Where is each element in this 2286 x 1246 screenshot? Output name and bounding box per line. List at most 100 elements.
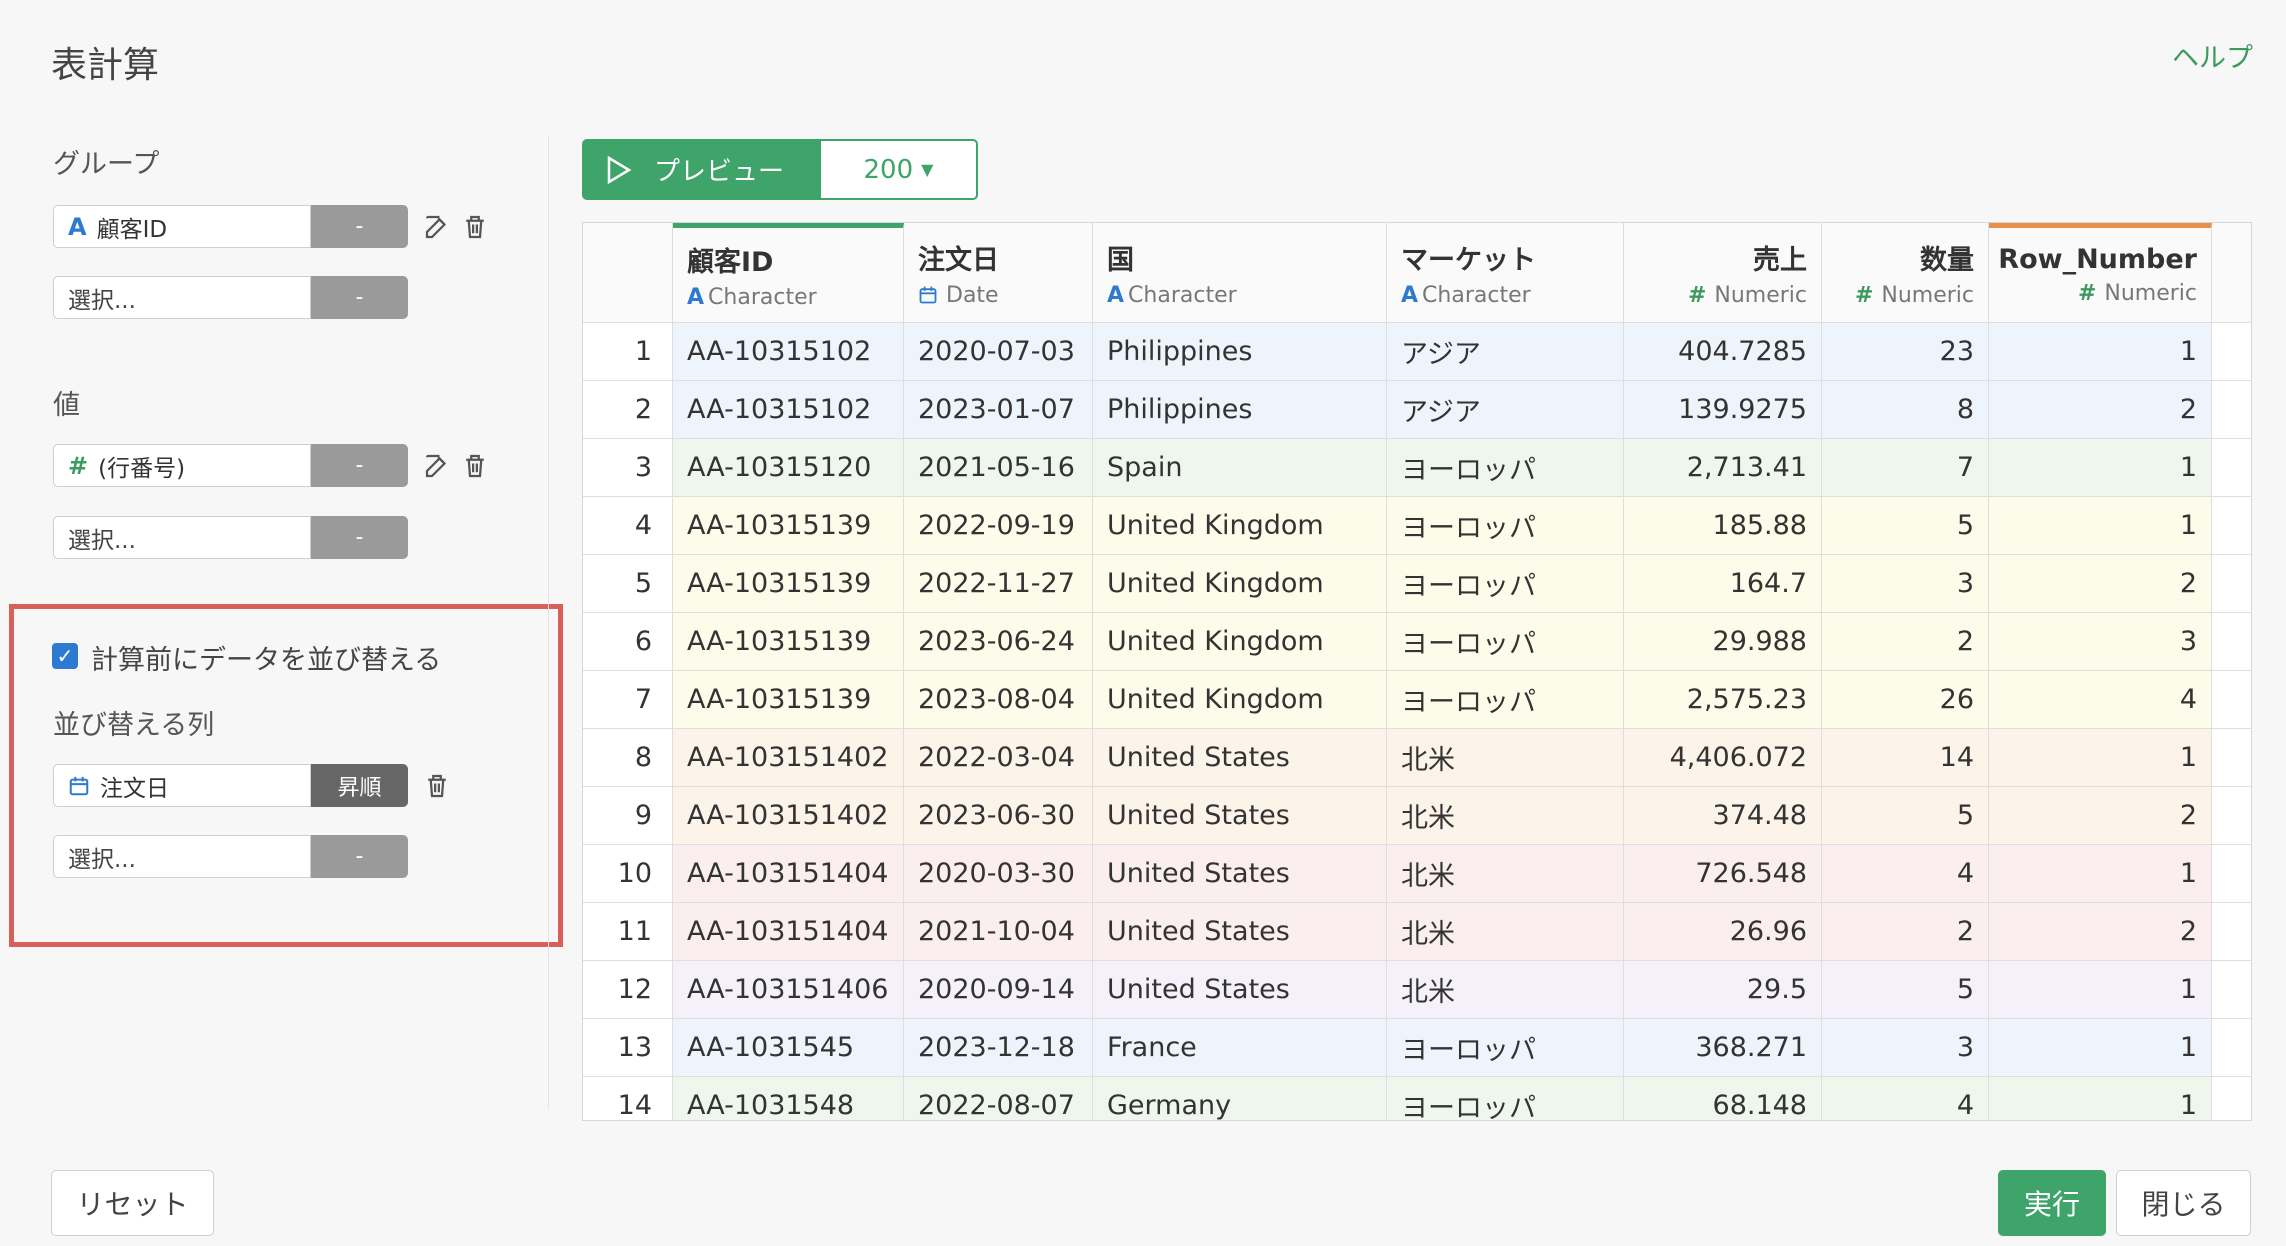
table-row[interactable]: 9 AA-103151402 2023-06-30 United States 北米 37… (583, 787, 2251, 845)
sort-add-option-button[interactable]: - (311, 835, 408, 878)
header-country[interactable]: 国 A Character (1093, 223, 1387, 323)
cell-sales: 164.7 (1624, 555, 1822, 613)
row-index: 7 (583, 671, 673, 729)
preview-table[interactable]: 顧客ID A Character 注文日 Date 国 A Character マー… (582, 222, 2252, 1121)
cell-country: Philippines (1093, 381, 1387, 439)
sort-before-calc-checkbox[interactable]: ✓ (52, 643, 78, 669)
row-index: 13 (583, 1019, 673, 1077)
preview-count-value: 200 (863, 154, 914, 185)
table-row[interactable]: 5 AA-10315139 2022-11-27 United Kingdom ヨーロッ… (583, 555, 2251, 613)
row-filler (2212, 497, 2251, 555)
value-column-select[interactable]: # (行番号) (53, 444, 311, 487)
trash-icon[interactable] (458, 449, 492, 483)
cell-sales: 404.7285 (1624, 323, 1822, 381)
help-link[interactable]: ヘルプ (2172, 36, 2253, 75)
header-quantity[interactable]: 数量 # Numeric (1822, 223, 1989, 323)
row-index: 1 (583, 323, 673, 381)
cell-sales: 139.9275 (1624, 381, 1822, 439)
header-market[interactable]: マーケット A Character (1387, 223, 1624, 323)
table-row[interactable]: 12 AA-103151406 2020-09-14 United States 北米 2… (583, 961, 2251, 1019)
cell-market: 北米 (1387, 961, 1624, 1019)
trash-icon[interactable] (420, 769, 454, 803)
sort-column-select[interactable]: 注文日 (53, 764, 311, 807)
table-row[interactable]: 2 AA-10315102 2023-01-07 Philippines アジア 139.… (583, 381, 2251, 439)
group-add-select[interactable]: 選択... (53, 276, 311, 319)
row-filler (2212, 729, 2251, 787)
row-index: 6 (583, 613, 673, 671)
cell-country: United States (1093, 903, 1387, 961)
cell-order-date: 2021-05-16 (904, 439, 1093, 497)
cell-country: United Kingdom (1093, 613, 1387, 671)
cell-order-date: 2022-08-07 (904, 1077, 1093, 1120)
cell-quantity: 5 (1822, 497, 1989, 555)
preview-button[interactable]: プレビュー (582, 139, 819, 200)
cell-customer-id: AA-103151402 (673, 729, 904, 787)
calendar-icon (918, 285, 938, 305)
group-option-button[interactable]: - (311, 205, 408, 248)
cell-order-date: 2022-03-04 (904, 729, 1093, 787)
row-filler (2212, 787, 2251, 845)
table-row[interactable]: 13 AA-1031545 2023-12-18 France ヨーロッパ 368.271… (583, 1019, 2251, 1077)
cell-customer-id: AA-1031548 (673, 1077, 904, 1120)
table-row[interactable]: 3 AA-10315120 2021-05-16 Spain ヨーロッパ 2,713.41… (583, 439, 2251, 497)
table-row[interactable]: 14 AA-1031548 2022-08-07 Germany ヨーロッパ 68.148… (583, 1077, 2251, 1120)
group-column-select[interactable]: A 顧客ID (53, 205, 311, 248)
cell-row-number: 1 (1989, 497, 2212, 555)
row-filler (2212, 439, 2251, 497)
sort-add-row: 選択... - (53, 835, 408, 878)
value-add-row: 選択... - (53, 516, 408, 559)
sort-order-button[interactable]: 昇順 (311, 764, 408, 807)
table-row[interactable]: 10 AA-103151404 2020-03-30 United States 北米 7… (583, 845, 2251, 903)
cell-quantity: 4 (1822, 1077, 1989, 1120)
table-row[interactable]: 6 AA-10315139 2023-06-24 United Kingdom ヨーロッ… (583, 613, 2251, 671)
column-name: Row_Number (1998, 244, 2197, 275)
row-index: 12 (583, 961, 673, 1019)
close-button[interactable]: 閉じる (2116, 1170, 2251, 1236)
cell-market: ヨーロッパ (1387, 555, 1624, 613)
settings-panel: グループ A 顧客ID - 選択... - 値 # (行番号) - 選択... (0, 0, 563, 1246)
cell-market: ヨーロッパ (1387, 613, 1624, 671)
cell-order-date: 2021-10-04 (904, 903, 1093, 961)
cell-customer-id: AA-10315139 (673, 613, 904, 671)
table-row[interactable]: 7 AA-10315139 2023-08-04 United Kingdom ヨーロッ… (583, 671, 2251, 729)
value-add-option-button[interactable]: - (311, 516, 408, 559)
header-order-date[interactable]: 注文日 Date (904, 223, 1093, 323)
cell-order-date: 2023-01-07 (904, 381, 1093, 439)
table-row[interactable]: 8 AA-103151402 2022-03-04 United States 北米 4,… (583, 729, 2251, 787)
column-type: Character (1128, 282, 1237, 308)
value-option-button[interactable]: - (311, 444, 408, 487)
header-sales[interactable]: 売上 # Numeric (1624, 223, 1822, 323)
reset-button[interactable]: リセット (51, 1170, 214, 1236)
cell-order-date: 2023-06-30 (904, 787, 1093, 845)
panel-divider (548, 137, 549, 1109)
cell-country: United States (1093, 729, 1387, 787)
row-filler (2212, 613, 2251, 671)
cell-order-date: 2023-12-18 (904, 1019, 1093, 1077)
group-add-option-button[interactable]: - (311, 276, 408, 319)
run-button[interactable]: 実行 (1998, 1170, 2106, 1236)
cell-country: United States (1093, 787, 1387, 845)
group-column-value: 顧客ID (96, 216, 168, 243)
edit-icon[interactable] (420, 449, 454, 483)
header-customer-id[interactable]: 顧客ID A Character (673, 223, 904, 323)
row-filler (2212, 903, 2251, 961)
row-index: 14 (583, 1077, 673, 1120)
cell-row-number: 1 (1989, 1019, 2212, 1077)
table-row[interactable]: 1 AA-10315102 2020-07-03 Philippines アジア 404.… (583, 323, 2251, 381)
cell-market: ヨーロッパ (1387, 671, 1624, 729)
trash-icon[interactable] (458, 210, 492, 244)
value-add-select[interactable]: 選択... (53, 516, 311, 559)
header-filler (2212, 223, 2251, 323)
edit-icon[interactable] (420, 210, 454, 244)
header-row-number[interactable]: Row_Number # Numeric (1989, 223, 2212, 323)
cell-customer-id: AA-10315139 (673, 497, 904, 555)
character-type-icon: A (68, 212, 87, 241)
sort-field-row: 注文日 昇順 (53, 764, 454, 807)
sort-add-select[interactable]: 選択... (53, 835, 311, 878)
column-name: 数量 (1920, 244, 1974, 276)
table-row[interactable]: 4 AA-10315139 2022-09-19 United Kingdom ヨーロッ… (583, 497, 2251, 555)
table-row[interactable]: 11 AA-103151404 2021-10-04 United States 北米 2… (583, 903, 2251, 961)
row-index: 3 (583, 439, 673, 497)
cell-sales: 68.148 (1624, 1077, 1822, 1120)
preview-count-dropdown[interactable]: 200 ▼ (819, 139, 978, 200)
